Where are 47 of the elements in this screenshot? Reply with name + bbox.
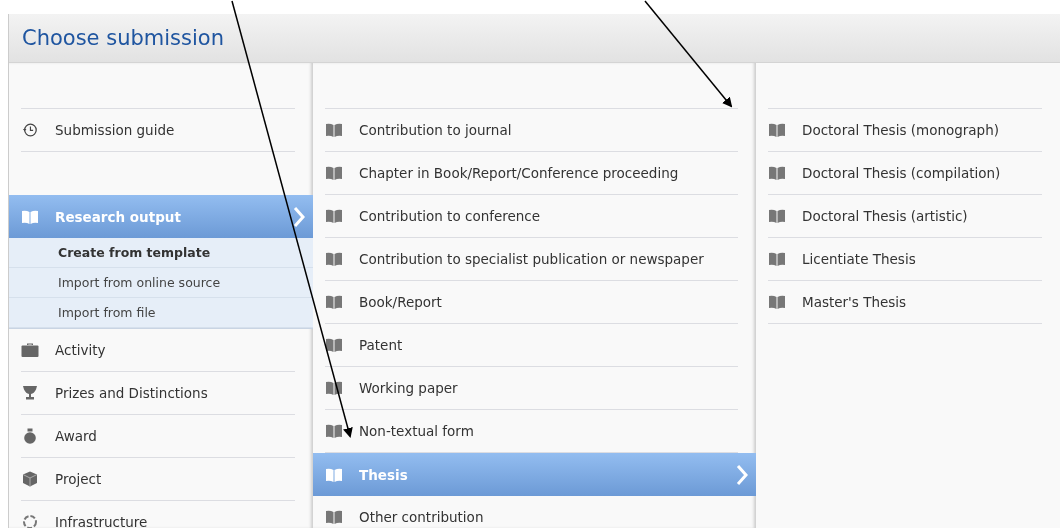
menu-item[interactable]: Doctoral Thesis (compilation) [768, 152, 1042, 195]
menu-item[interactable]: Master's Thesis [768, 281, 1042, 324]
book-icon [768, 294, 786, 310]
menu-item[interactable]: Activity [21, 329, 295, 372]
chevron-icon [293, 205, 305, 228]
menu-item[interactable]: Infrastructure [21, 501, 295, 528]
book-icon [325, 380, 343, 396]
book-icon [325, 509, 343, 525]
window-title: Choose submission [22, 26, 224, 50]
menu-item[interactable]: Contribution to specialist publication or newspaper [325, 238, 738, 281]
book-icon [21, 208, 39, 225]
briefcase-icon [21, 342, 39, 358]
submenu-item[interactable]: Import from file [9, 298, 313, 328]
medal-icon [21, 428, 39, 444]
book-icon [325, 165, 343, 181]
menu-item[interactable]: Working paper [325, 367, 738, 410]
menu-item[interactable]: Submission guide [21, 109, 295, 152]
book-icon [768, 208, 786, 224]
book-icon [325, 208, 343, 224]
menu-item[interactable]: Contribution to conference [325, 195, 738, 238]
menu-item[interactable]: Doctoral Thesis (artistic) [768, 195, 1042, 238]
menu-item[interactable]: Patent [325, 324, 738, 367]
ring-icon [21, 514, 39, 528]
clock-icon [21, 122, 39, 138]
book-icon [325, 423, 343, 439]
menu-item[interactable]: Contribution to journal [325, 109, 738, 152]
chevron-icon [736, 463, 748, 486]
book-icon [325, 337, 343, 353]
book-icon [325, 466, 343, 483]
book-icon [325, 251, 343, 267]
cube-icon [21, 471, 39, 487]
submenu-item[interactable]: Create from template [9, 238, 313, 268]
menu-item[interactable]: Licentiate Thesis [768, 238, 1042, 281]
book-icon [325, 294, 343, 310]
menu-item[interactable]: Other contribution [325, 496, 738, 528]
menu-item[interactable]: Chapter in Book/Report/Conference proceeding [325, 152, 738, 195]
book-icon [325, 122, 343, 138]
submenu-item[interactable]: Import from online source [9, 268, 313, 298]
book-icon [768, 251, 786, 267]
menu-item[interactable]: Project [21, 458, 295, 501]
menu-item[interactable]: Award [21, 415, 295, 458]
menu-item[interactable]: Doctoral Thesis (monograph) [768, 109, 1042, 152]
book-icon [768, 165, 786, 181]
book-icon [768, 122, 786, 138]
menu-item[interactable]: Prizes and Distinctions [21, 372, 295, 415]
trophy-icon [21, 385, 39, 401]
menu-item[interactable]: Book/Report [325, 281, 738, 324]
